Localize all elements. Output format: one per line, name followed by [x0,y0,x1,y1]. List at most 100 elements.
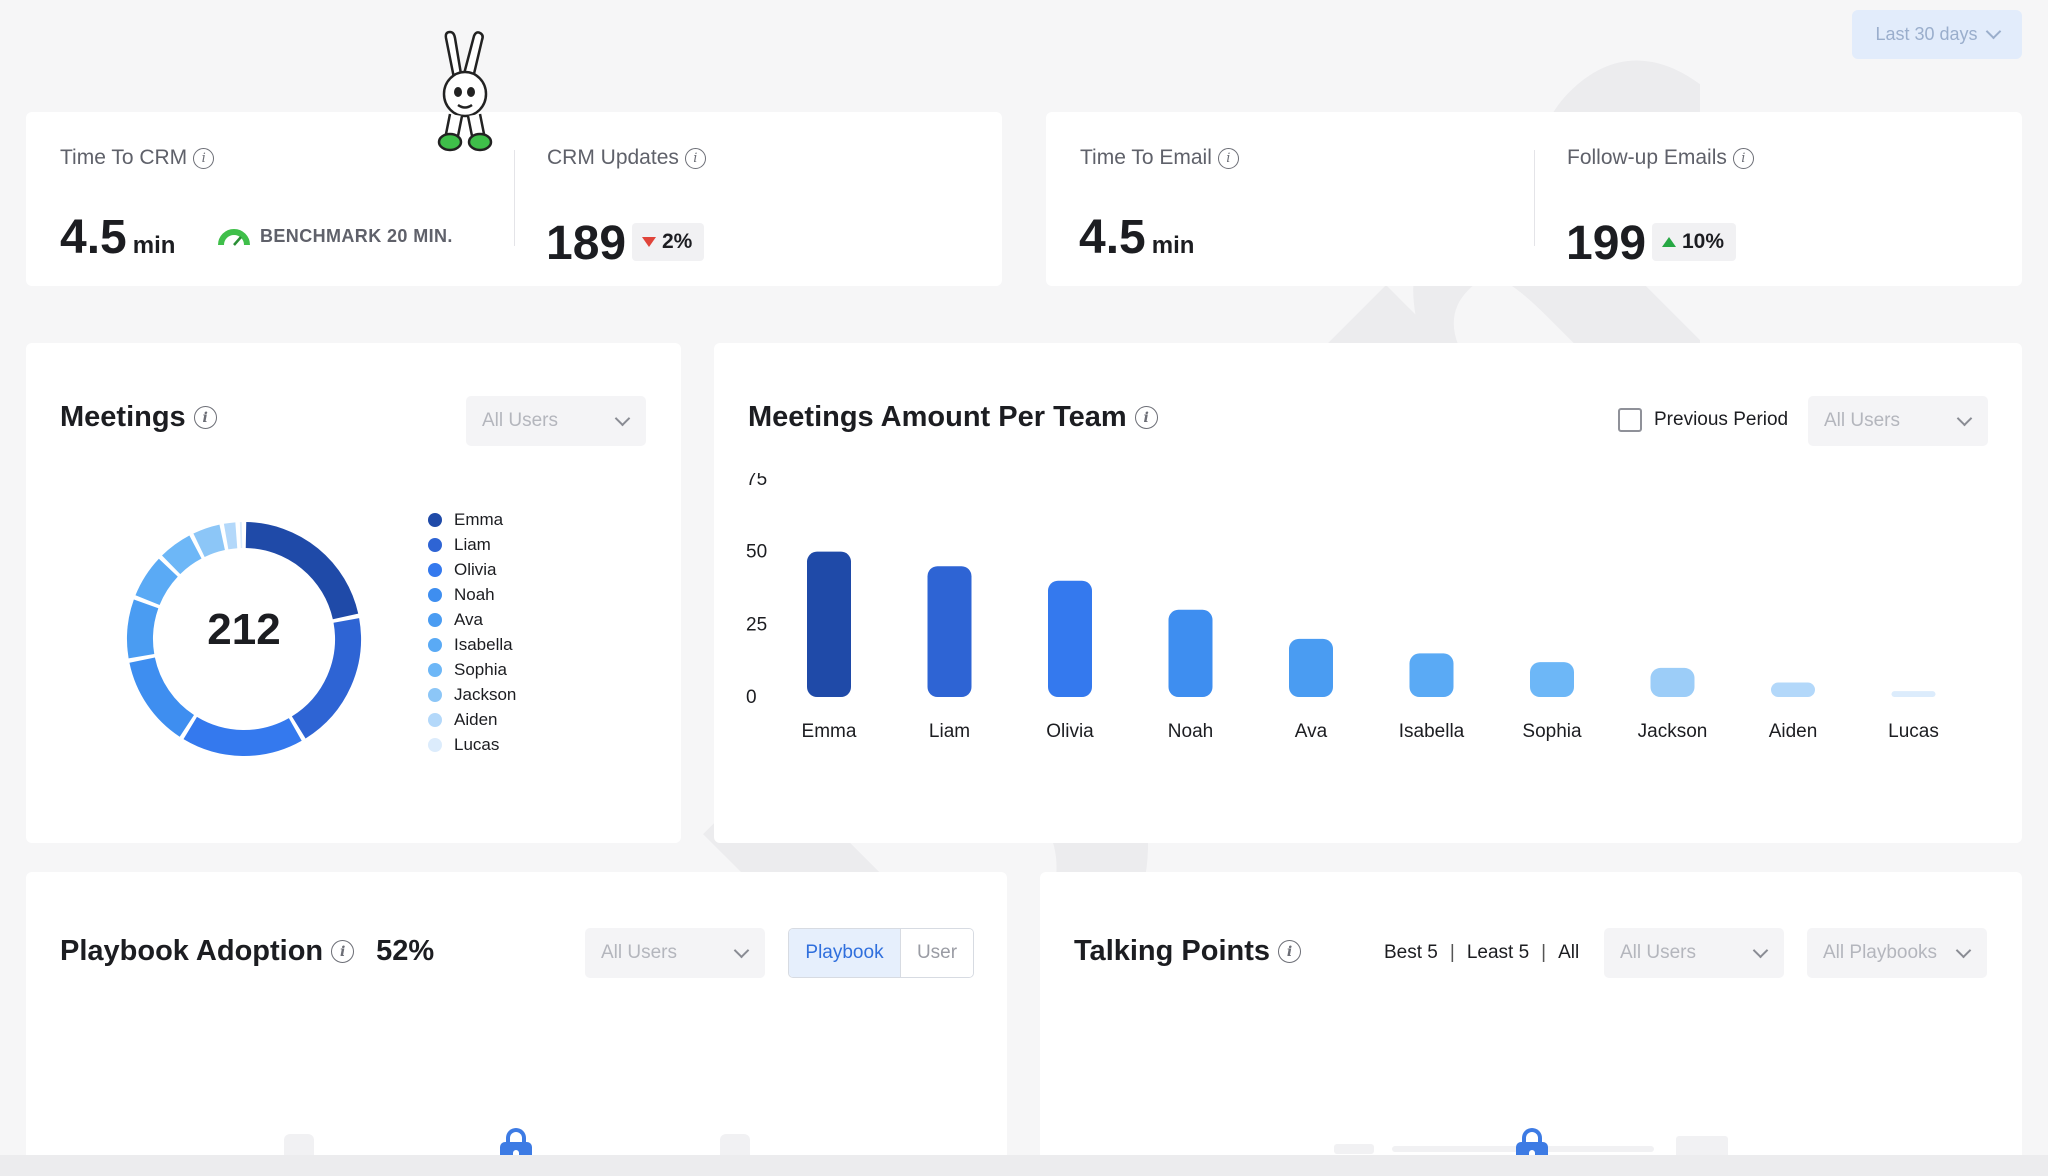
x-tick-label: Jackson [1638,721,1708,742]
x-tick-label: Ava [1295,721,1328,742]
bar-noah[interactable] [1168,609,1213,697]
bar-liam[interactable] [927,566,972,697]
meetings-title: Meetings i [60,401,217,434]
playbook-adoption-title: Playbook Adoption i 52% [60,935,435,967]
bar-jackson[interactable] [1650,667,1695,697]
gauge-icon [218,228,250,246]
time-to-crm-label: Time To CRM i [60,146,215,170]
legend-item: Lucas [428,735,516,754]
bar-lucas[interactable] [1891,691,1936,697]
best-5-link[interactable]: Best 5 [1384,942,1438,964]
info-icon[interactable]: i [1278,940,1302,963]
legend-item: Olivia [428,560,516,579]
talking-points-range-links: Best 5 | Least 5 | All [1384,942,1580,964]
info-icon[interactable]: i [193,147,215,169]
legend-item: Aiden [428,710,516,729]
y-tick-label: 25 [746,614,767,635]
donut-slice-jackson[interactable] [193,524,226,558]
legend-item: Jackson [428,685,516,704]
bar-isabella[interactable] [1409,653,1454,697]
legend-item: Ava [428,610,516,629]
arrow-down-icon [642,237,656,247]
y-tick-label: 75 [746,473,767,490]
donut-slice-sophia[interactable] [162,535,202,575]
bar-aiden[interactable] [1771,682,1815,697]
toggle-user[interactable]: User [901,929,973,977]
legend-dot [428,662,442,677]
chevron-down-icon [1956,410,1973,426]
arrow-up-icon [1662,237,1676,247]
meetings-bar-chart: 0 25 50 75 Emma Liam Olivia Noah Ava Isabella Soph… [746,473,1939,742]
legend-label: Emma [454,509,504,529]
x-tick-label: Emma [802,721,857,742]
previous-period-checkbox[interactable] [1618,408,1642,432]
legend-label: Isabella [454,634,513,654]
least-5-link[interactable]: Least 5 [1467,942,1529,964]
talking-points-user-filter[interactable]: All Users [1604,928,1784,978]
kpi-divider [514,150,515,246]
legend-label: Liam [454,534,491,554]
talking-points-title: Talking Points i [1074,935,1302,968]
bar-emma[interactable] [807,551,851,697]
crm-updates-change-badge: 2% [632,223,705,261]
donut-slice-aiden[interactable] [223,522,238,550]
info-icon[interactable]: i [1732,147,1754,169]
legend-label: Olivia [454,559,497,579]
playbook-adoption-card: Playbook Adoption i 52% All Users Playbo… [26,872,1007,1176]
previous-period-toggle[interactable]: Previous Period [1618,408,1788,432]
bar-sophia[interactable] [1530,662,1574,697]
talking-points-playbook-filter[interactable]: All Playbooks [1807,928,1987,978]
legend-label: Aiden [454,709,498,729]
chevron-down-icon [1985,23,2001,40]
kpi-divider [1534,150,1535,246]
legend-dot [428,687,442,702]
meetings-user-filter[interactable]: All Users [466,396,646,446]
playbook-user-filter[interactable]: All Users [585,928,765,978]
benchmark-text: BENCHMARK 20 MIN. [260,226,453,246]
legend-dot [428,562,442,577]
bar-ava[interactable] [1289,638,1333,697]
donut-slice-noah[interactable] [129,657,195,737]
meetings-per-team-card: Meetings Amount Per Team i Previous Peri… [714,343,2022,843]
chevron-down-icon [1955,942,1972,958]
meetings-per-team-title: Meetings Amount Per Team i [748,401,1158,434]
info-icon[interactable]: i [331,940,355,963]
talking-points-card: Talking Points i Best 5 | Least 5 | All … [1040,872,2022,1176]
date-range-dropdown[interactable]: Last 30 days [1852,10,2022,59]
x-tick-label: Lucas [1888,721,1939,742]
meetings-card: Meetings i All Users 212 [26,343,681,843]
crm-updates-value: 189 [546,217,627,270]
time-to-email-value: 4.5 min [1079,211,1195,264]
legend-item: Noah [428,585,516,604]
legend-dot [428,712,442,727]
playbook-adoption-percent: 52% [376,935,435,967]
time-to-crm-value: 4.5 min [60,211,176,264]
date-range-label: Last 30 days [1875,24,1978,44]
bar-olivia[interactable] [1048,580,1092,697]
legend-dot [428,537,442,552]
all-link[interactable]: All [1558,942,1579,964]
donut-slice-olivia[interactable] [183,716,302,756]
chevron-down-icon [614,410,631,426]
x-tick-label: Noah [1168,721,1213,742]
info-icon[interactable]: i [684,147,706,169]
toggle-playbook[interactable]: Playbook [789,929,901,977]
info-icon[interactable]: i [1134,406,1158,429]
x-tick-label: Olivia [1046,721,1094,742]
x-tick-label: Aiden [1769,721,1818,742]
meetings-per-team-user-filter[interactable]: All Users [1808,396,1988,446]
legend-dot [428,637,442,652]
chevron-down-icon [1752,942,1769,958]
legend-label: Noah [454,584,495,604]
legend-dot [428,587,442,602]
legend-dot [428,512,442,527]
time-to-email-label: Time To Email i [1080,146,1239,170]
info-icon[interactable]: i [1217,147,1239,169]
donut-slice-isabella[interactable] [135,558,179,606]
x-tick-label: Isabella [1399,721,1465,742]
y-tick-label: 0 [746,687,757,708]
legend-label: Sophia [454,659,507,679]
y-tick-label: 50 [746,542,767,563]
playbook-user-toggle[interactable]: Playbook User [788,928,974,978]
info-icon[interactable]: i [193,406,217,429]
